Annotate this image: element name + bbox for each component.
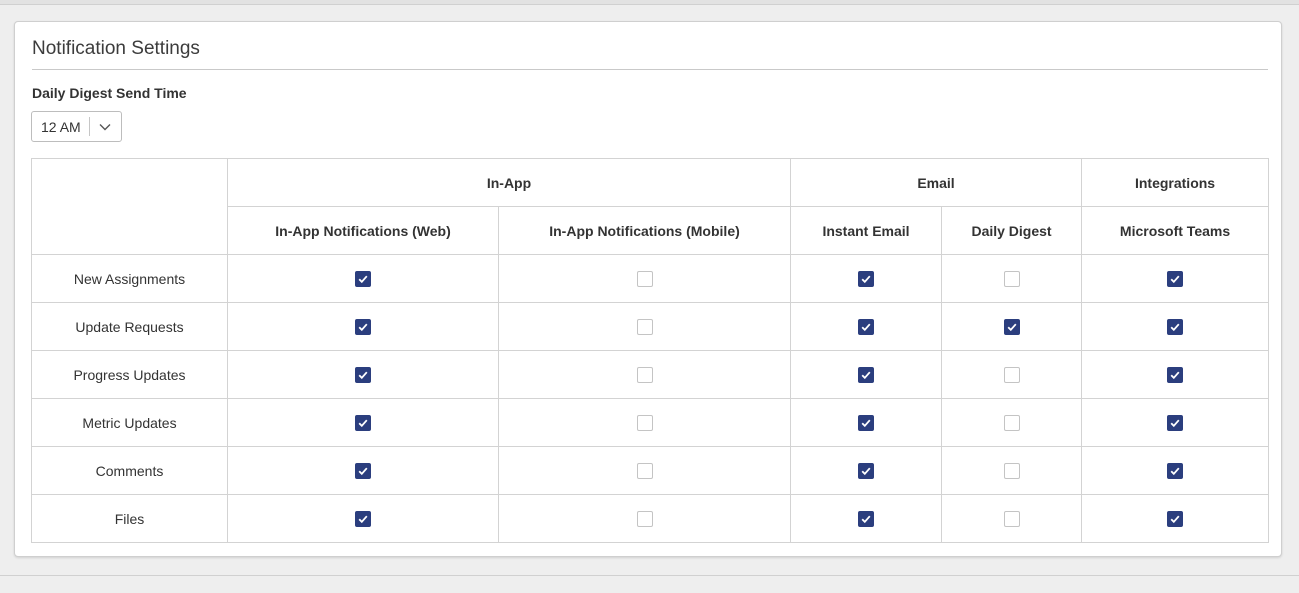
title-divider bbox=[32, 69, 1268, 70]
group-header-email: Email bbox=[790, 158, 1083, 207]
table-row: Progress Updates bbox=[31, 350, 1270, 399]
group-header-integrations: Integrations bbox=[1081, 158, 1270, 207]
checkbox-cell bbox=[1081, 254, 1270, 303]
checkbox-cell bbox=[497, 494, 792, 543]
checkbox-checked[interactable] bbox=[858, 271, 875, 288]
checkbox-cell bbox=[227, 446, 499, 495]
checkbox-unchecked[interactable] bbox=[1003, 271, 1020, 288]
checkbox-cell bbox=[1081, 446, 1270, 495]
row-label: Comments bbox=[31, 446, 228, 495]
checkbox-unchecked[interactable] bbox=[1003, 463, 1020, 480]
checkbox-unchecked[interactable] bbox=[1003, 511, 1020, 528]
checkbox-cell bbox=[790, 398, 943, 447]
checkbox-cell bbox=[941, 254, 1083, 303]
digest-time-value: 12 AM bbox=[41, 119, 81, 135]
checkbox-cell bbox=[790, 254, 943, 303]
row-label: Progress Updates bbox=[31, 350, 228, 399]
checkbox-checked[interactable] bbox=[1167, 271, 1184, 288]
checkbox-cell bbox=[1081, 350, 1270, 399]
checkbox-checked[interactable] bbox=[355, 415, 371, 432]
checkbox-cell bbox=[790, 302, 943, 351]
checkbox-unchecked[interactable] bbox=[636, 319, 653, 336]
checkbox-cell bbox=[497, 350, 792, 399]
row-label: New Assignments bbox=[31, 254, 228, 303]
checkbox-checked[interactable] bbox=[858, 463, 875, 480]
chevron-down-icon[interactable] bbox=[98, 120, 112, 134]
row-label: Files bbox=[31, 494, 228, 543]
group-header-row: In-App Email Integrations bbox=[31, 158, 1270, 255]
checkbox-checked[interactable] bbox=[1167, 319, 1184, 336]
group-header-in-app: In-App bbox=[226, 158, 792, 207]
checkbox-checked[interactable] bbox=[1167, 415, 1184, 432]
checkbox-checked[interactable] bbox=[355, 463, 371, 480]
checkbox-cell bbox=[941, 302, 1083, 351]
notification-matrix: In-App Email Integrations In-App Notific… bbox=[31, 158, 1270, 543]
checkbox-cell bbox=[227, 494, 499, 543]
checkbox-cell bbox=[497, 254, 792, 303]
checkbox-cell bbox=[1081, 494, 1270, 543]
column-header: Instant Email bbox=[790, 206, 943, 255]
column-header: In-App Notifications (Mobile) bbox=[497, 206, 792, 255]
checkbox-cell bbox=[227, 398, 499, 447]
checkbox-cell bbox=[790, 494, 943, 543]
checkbox-checked[interactable] bbox=[355, 319, 371, 336]
bottom-divider bbox=[0, 575, 1299, 576]
column-header: Daily Digest bbox=[941, 206, 1083, 255]
checkbox-unchecked[interactable] bbox=[636, 271, 653, 288]
checkbox-checked[interactable] bbox=[858, 319, 875, 336]
digest-time-label: Daily Digest Send Time bbox=[32, 85, 187, 101]
checkbox-checked[interactable] bbox=[858, 367, 875, 384]
checkbox-checked[interactable] bbox=[1167, 511, 1184, 528]
checkbox-checked[interactable] bbox=[1003, 319, 1020, 336]
checkbox-unchecked[interactable] bbox=[1003, 415, 1020, 432]
select-separator bbox=[89, 117, 90, 136]
checkbox-checked[interactable] bbox=[1167, 367, 1184, 384]
table-row: Comments bbox=[31, 446, 1270, 495]
top-divider bbox=[0, 0, 1299, 5]
checkbox-cell bbox=[227, 302, 499, 351]
checkbox-unchecked[interactable] bbox=[636, 463, 653, 480]
checkbox-cell bbox=[227, 254, 499, 303]
checkbox-cell bbox=[1081, 398, 1270, 447]
checkbox-checked[interactable] bbox=[858, 415, 875, 432]
checkbox-checked[interactable] bbox=[355, 271, 371, 288]
corner-cell bbox=[31, 158, 228, 255]
digest-time-select[interactable]: 12 AM bbox=[31, 111, 122, 142]
checkbox-cell bbox=[941, 350, 1083, 399]
checkbox-cell bbox=[497, 302, 792, 351]
notification-settings-card: Notification Settings Daily Digest Send … bbox=[14, 21, 1282, 557]
checkbox-cell bbox=[941, 398, 1083, 447]
checkbox-cell bbox=[497, 446, 792, 495]
column-header: Microsoft Teams bbox=[1081, 206, 1270, 255]
checkbox-checked[interactable] bbox=[858, 511, 875, 528]
checkbox-cell bbox=[497, 398, 792, 447]
table-row: Update Requests bbox=[31, 302, 1270, 351]
table-row: New Assignments bbox=[31, 254, 1270, 303]
checkbox-cell bbox=[1081, 302, 1270, 351]
table-row: Metric Updates bbox=[31, 398, 1270, 447]
checkbox-cell bbox=[790, 350, 943, 399]
checkbox-unchecked[interactable] bbox=[1003, 367, 1020, 384]
checkbox-checked[interactable] bbox=[355, 367, 371, 384]
checkbox-cell bbox=[790, 446, 943, 495]
checkbox-unchecked[interactable] bbox=[636, 511, 653, 528]
card-title: Notification Settings bbox=[32, 38, 200, 59]
checkbox-cell bbox=[227, 350, 499, 399]
row-label: Metric Updates bbox=[31, 398, 228, 447]
checkbox-cell bbox=[941, 494, 1083, 543]
row-label: Update Requests bbox=[31, 302, 228, 351]
checkbox-cell bbox=[941, 446, 1083, 495]
checkbox-checked[interactable] bbox=[355, 511, 371, 528]
checkbox-checked[interactable] bbox=[1167, 463, 1184, 480]
checkbox-unchecked[interactable] bbox=[636, 367, 653, 384]
column-header: In-App Notifications (Web) bbox=[227, 206, 499, 255]
checkbox-unchecked[interactable] bbox=[636, 415, 653, 432]
table-row: Files bbox=[31, 494, 1270, 543]
